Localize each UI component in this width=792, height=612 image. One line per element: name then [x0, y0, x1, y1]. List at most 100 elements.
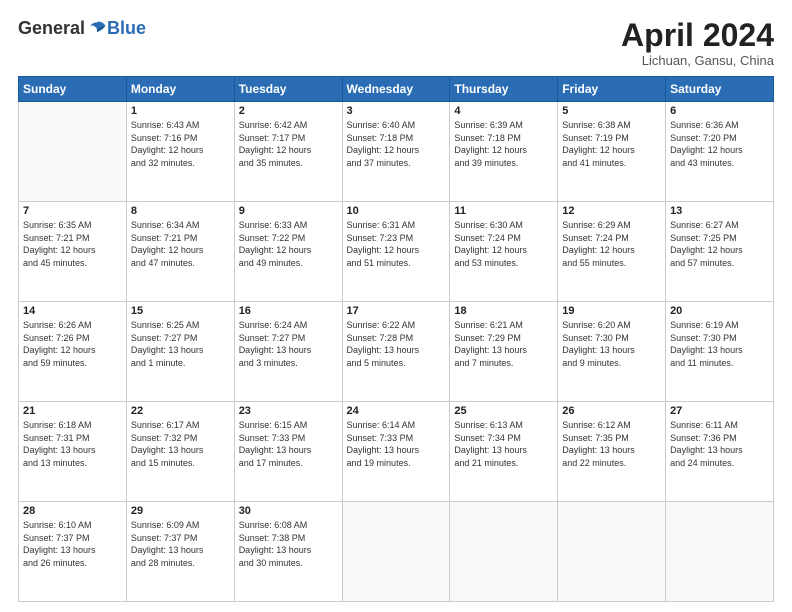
- title-block: April 2024 Lichuan, Gansu, China: [621, 18, 774, 68]
- calendar-cell: 18 Sunrise: 6:21 AMSunset: 7:29 PMDayligh…: [450, 302, 558, 402]
- day-info: Sunrise: 6:17 AMSunset: 7:32 PMDaylight:…: [131, 419, 230, 469]
- day-number: 11: [454, 205, 553, 217]
- calendar-cell: 3 Sunrise: 6:40 AMSunset: 7:18 PMDaylight…: [342, 102, 450, 202]
- calendar-cell: 19 Sunrise: 6:20 AMSunset: 7:30 PMDayligh…: [558, 302, 666, 402]
- calendar-cell: 5 Sunrise: 6:38 AMSunset: 7:19 PMDaylight…: [558, 102, 666, 202]
- week-row-4: 28Sunrise: 6:10 AMSunset: 7:37 PMDayligh…: [19, 502, 774, 602]
- calendar-cell: 7 Sunrise: 6:35 AMSunset: 7:21 PMDaylight…: [19, 202, 127, 302]
- day-number: 22: [131, 405, 230, 417]
- week-row-3: 21Sunrise: 6:18 AMSunset: 7:31 PMDayligh…: [19, 402, 774, 502]
- day-number: 9: [239, 205, 338, 217]
- day-number: 26: [562, 405, 661, 417]
- day-info: Sunrise: 6:24 AMSunset: 7:27 PMDaylight:…: [239, 319, 338, 369]
- day-number: 18: [454, 305, 553, 317]
- day-info: Sunrise: 6:14 AMSunset: 7:33 PMDaylight:…: [347, 419, 446, 469]
- logo-text: General Blue: [18, 18, 146, 39]
- col-tuesday: Tuesday: [234, 77, 342, 102]
- day-info: Sunrise: 6:42 AMSunset: 7:17 PMDaylight:…: [239, 119, 338, 169]
- calendar-cell: 10 Sunrise: 6:31 AMSunset: 7:23 PMDayligh…: [342, 202, 450, 302]
- day-number: 1: [131, 105, 230, 117]
- day-info: Sunrise: 6:21 AMSunset: 7:29 PMDaylight:…: [454, 319, 553, 369]
- calendar-cell: 16 Sunrise: 6:24 AMSunset: 7:27 PMDayligh…: [234, 302, 342, 402]
- day-number: 3: [347, 105, 446, 117]
- location: Lichuan, Gansu, China: [621, 53, 774, 68]
- col-saturday: Saturday: [666, 77, 774, 102]
- day-info: Sunrise: 6:30 AMSunset: 7:24 PMDaylight:…: [454, 219, 553, 269]
- calendar-cell: 29 Sunrise: 6:09 AMSunset: 7:37 PMDayligh…: [126, 502, 234, 602]
- day-number: 21: [23, 405, 122, 417]
- header-row: Sunday Monday Tuesday Wednesday Thursday…: [19, 77, 774, 102]
- day-number: 17: [347, 305, 446, 317]
- day-number: 10: [347, 205, 446, 217]
- calendar-cell: 22 Sunrise: 6:17 AMSunset: 7:32 PMDayligh…: [126, 402, 234, 502]
- day-number: 16: [239, 305, 338, 317]
- day-number: 23: [239, 405, 338, 417]
- day-info: Sunrise: 6:26 AMSunset: 7:26 PMDaylight:…: [23, 319, 122, 369]
- calendar-cell: 26 Sunrise: 6:12 AMSunset: 7:35 PMDayligh…: [558, 402, 666, 502]
- day-number: 27: [670, 405, 769, 417]
- calendar-cell: 9Sunrise: 6:33 AMSunset: 7:22 PMDaylight…: [234, 202, 342, 302]
- day-number: 7: [23, 205, 122, 217]
- day-number: 5: [562, 105, 661, 117]
- calendar-cell: 14Sunrise: 6:26 AMSunset: 7:26 PMDayligh…: [19, 302, 127, 402]
- day-number: 20: [670, 305, 769, 317]
- day-info: Sunrise: 6:15 AMSunset: 7:33 PMDaylight:…: [239, 419, 338, 469]
- col-monday: Monday: [126, 77, 234, 102]
- calendar-cell: [666, 502, 774, 602]
- day-number: 24: [347, 405, 446, 417]
- calendar-cell: 6Sunrise: 6:36 AMSunset: 7:20 PMDaylight…: [666, 102, 774, 202]
- calendar-cell: 15 Sunrise: 6:25 AMSunset: 7:27 PMDayligh…: [126, 302, 234, 402]
- calendar-cell: 2 Sunrise: 6:42 AMSunset: 7:17 PMDaylight…: [234, 102, 342, 202]
- day-info: Sunrise: 6:20 AMSunset: 7:30 PMDaylight:…: [562, 319, 661, 369]
- logo-general-text: General: [18, 18, 85, 39]
- day-number: 29: [131, 505, 230, 517]
- day-number: 4: [454, 105, 553, 117]
- calendar-table: Sunday Monday Tuesday Wednesday Thursday…: [18, 76, 774, 602]
- calendar-cell: 27 Sunrise: 6:11 AMSunset: 7:36 PMDayligh…: [666, 402, 774, 502]
- header: General Blue April 2024 Lichuan, Gansu, …: [18, 18, 774, 68]
- day-info: Sunrise: 6:12 AMSunset: 7:35 PMDaylight:…: [562, 419, 661, 469]
- week-row-2: 14Sunrise: 6:26 AMSunset: 7:26 PMDayligh…: [19, 302, 774, 402]
- calendar-cell: [19, 102, 127, 202]
- day-number: 2: [239, 105, 338, 117]
- calendar-cell: 8 Sunrise: 6:34 AMSunset: 7:21 PMDaylight…: [126, 202, 234, 302]
- calendar-cell: [558, 502, 666, 602]
- day-info: Sunrise: 6:36 AMSunset: 7:20 PMDaylight:…: [670, 119, 769, 169]
- day-info: Sunrise: 6:31 AMSunset: 7:23 PMDaylight:…: [347, 219, 446, 269]
- day-info: Sunrise: 6:08 AMSunset: 7:38 PMDaylight:…: [239, 519, 338, 569]
- day-info: Sunrise: 6:25 AMSunset: 7:27 PMDaylight:…: [131, 319, 230, 369]
- calendar-cell: 23 Sunrise: 6:15 AMSunset: 7:33 PMDayligh…: [234, 402, 342, 502]
- calendar-cell: 28Sunrise: 6:10 AMSunset: 7:37 PMDayligh…: [19, 502, 127, 602]
- day-info: Sunrise: 6:10 AMSunset: 7:37 PMDaylight:…: [23, 519, 122, 569]
- calendar-cell: 20Sunrise: 6:19 AMSunset: 7:30 PMDayligh…: [666, 302, 774, 402]
- calendar-cell: 13 Sunrise: 6:27 AMSunset: 7:25 PMDayligh…: [666, 202, 774, 302]
- day-info: Sunrise: 6:35 AMSunset: 7:21 PMDaylight:…: [23, 219, 122, 269]
- month-title: April 2024: [621, 18, 774, 53]
- day-info: Sunrise: 6:43 AMSunset: 7:16 PMDaylight:…: [131, 119, 230, 169]
- page: General Blue April 2024 Lichuan, Gansu, …: [0, 0, 792, 612]
- day-info: Sunrise: 6:40 AMSunset: 7:18 PMDaylight:…: [347, 119, 446, 169]
- calendar-cell: [450, 502, 558, 602]
- logo-blue-text: Blue: [107, 18, 146, 39]
- day-info: Sunrise: 6:09 AMSunset: 7:37 PMDaylight:…: [131, 519, 230, 569]
- day-info: Sunrise: 6:38 AMSunset: 7:19 PMDaylight:…: [562, 119, 661, 169]
- calendar-cell: 30 Sunrise: 6:08 AMSunset: 7:38 PMDayligh…: [234, 502, 342, 602]
- day-number: 8: [131, 205, 230, 217]
- day-info: Sunrise: 6:11 AMSunset: 7:36 PMDaylight:…: [670, 419, 769, 469]
- day-number: 30: [239, 505, 338, 517]
- day-info: Sunrise: 6:34 AMSunset: 7:21 PMDaylight:…: [131, 219, 230, 269]
- calendar-cell: 1 Sunrise: 6:43 AMSunset: 7:16 PMDaylight…: [126, 102, 234, 202]
- day-info: Sunrise: 6:27 AMSunset: 7:25 PMDaylight:…: [670, 219, 769, 269]
- col-thursday: Thursday: [450, 77, 558, 102]
- calendar-cell: 11 Sunrise: 6:30 AMSunset: 7:24 PMDayligh…: [450, 202, 558, 302]
- calendar-cell: 25Sunrise: 6:13 AMSunset: 7:34 PMDayligh…: [450, 402, 558, 502]
- day-info: Sunrise: 6:22 AMSunset: 7:28 PMDaylight:…: [347, 319, 446, 369]
- day-number: 19: [562, 305, 661, 317]
- day-number: 13: [670, 205, 769, 217]
- calendar-cell: 24 Sunrise: 6:14 AMSunset: 7:33 PMDayligh…: [342, 402, 450, 502]
- week-row-0: 1 Sunrise: 6:43 AMSunset: 7:16 PMDaylight…: [19, 102, 774, 202]
- day-info: Sunrise: 6:39 AMSunset: 7:18 PMDaylight:…: [454, 119, 553, 169]
- day-number: 15: [131, 305, 230, 317]
- calendar-cell: [342, 502, 450, 602]
- logo: General Blue: [18, 18, 146, 39]
